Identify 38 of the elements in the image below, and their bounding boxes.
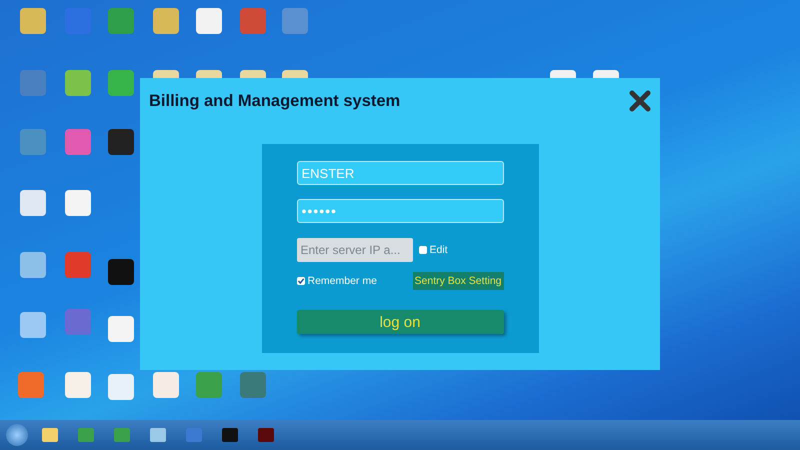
server-ip-field[interactable]: Enter server IP a... (296, 238, 412, 262)
desktop-shortcut-icon[interactable] (65, 309, 91, 335)
desktop-shortcut-icon[interactable] (20, 129, 46, 155)
username-field[interactable]: ENSTER (296, 161, 504, 185)
desktop-shortcut-icon[interactable] (65, 372, 91, 398)
desktop-shortcut-icon[interactable] (108, 316, 134, 342)
desktop-shortcut-icon[interactable] (108, 129, 134, 155)
window-title: Billing and Management system (149, 92, 400, 110)
desktop-shortcut-icon[interactable] (108, 8, 134, 34)
sentry-box-setting-button[interactable]: Sentry Box Setting (412, 272, 504, 290)
password-field[interactable]: •••••• (296, 199, 504, 223)
desktop-shortcut-icon[interactable] (65, 129, 91, 155)
desktop-shortcut-icon[interactable] (20, 8, 46, 34)
desktop-shortcut-icon[interactable] (18, 372, 44, 398)
desktop-shortcut-icon[interactable] (282, 8, 308, 34)
desktop-shortcut-icon[interactable] (20, 252, 46, 278)
desktop-shortcut-icon[interactable] (108, 70, 134, 96)
close-icon[interactable] (628, 89, 652, 113)
remember-me-label: Remember me (308, 275, 377, 287)
checkbox[interactable] (296, 277, 304, 285)
desktop-shortcut-icon[interactable] (196, 8, 222, 34)
log-on-button[interactable]: log on (296, 310, 504, 334)
desktop-shortcut-icon[interactable] (65, 70, 91, 96)
edit-label: Edit (430, 244, 448, 256)
desktop-shortcut-icon[interactable] (153, 8, 179, 34)
desktop-shortcut-icon[interactable] (65, 190, 91, 216)
desktop-shortcut-icon[interactable] (20, 70, 46, 96)
desktop-shortcut-icon[interactable] (240, 8, 266, 34)
desktop-shortcut-icon[interactable] (240, 372, 266, 398)
desktop-shortcut-icon[interactable] (153, 372, 179, 398)
desktop-shortcut-icon[interactable] (20, 190, 46, 216)
checkbox[interactable] (418, 246, 426, 254)
desktop-shortcut-icon[interactable] (108, 374, 134, 400)
desktop-shortcut-icon[interactable] (65, 252, 91, 278)
start-button[interactable] (6, 424, 28, 446)
desktop-shortcut-icon[interactable] (196, 372, 222, 398)
desktop-shortcut-icon[interactable] (108, 259, 134, 285)
desktop-shortcut-icon[interactable] (20, 312, 46, 338)
